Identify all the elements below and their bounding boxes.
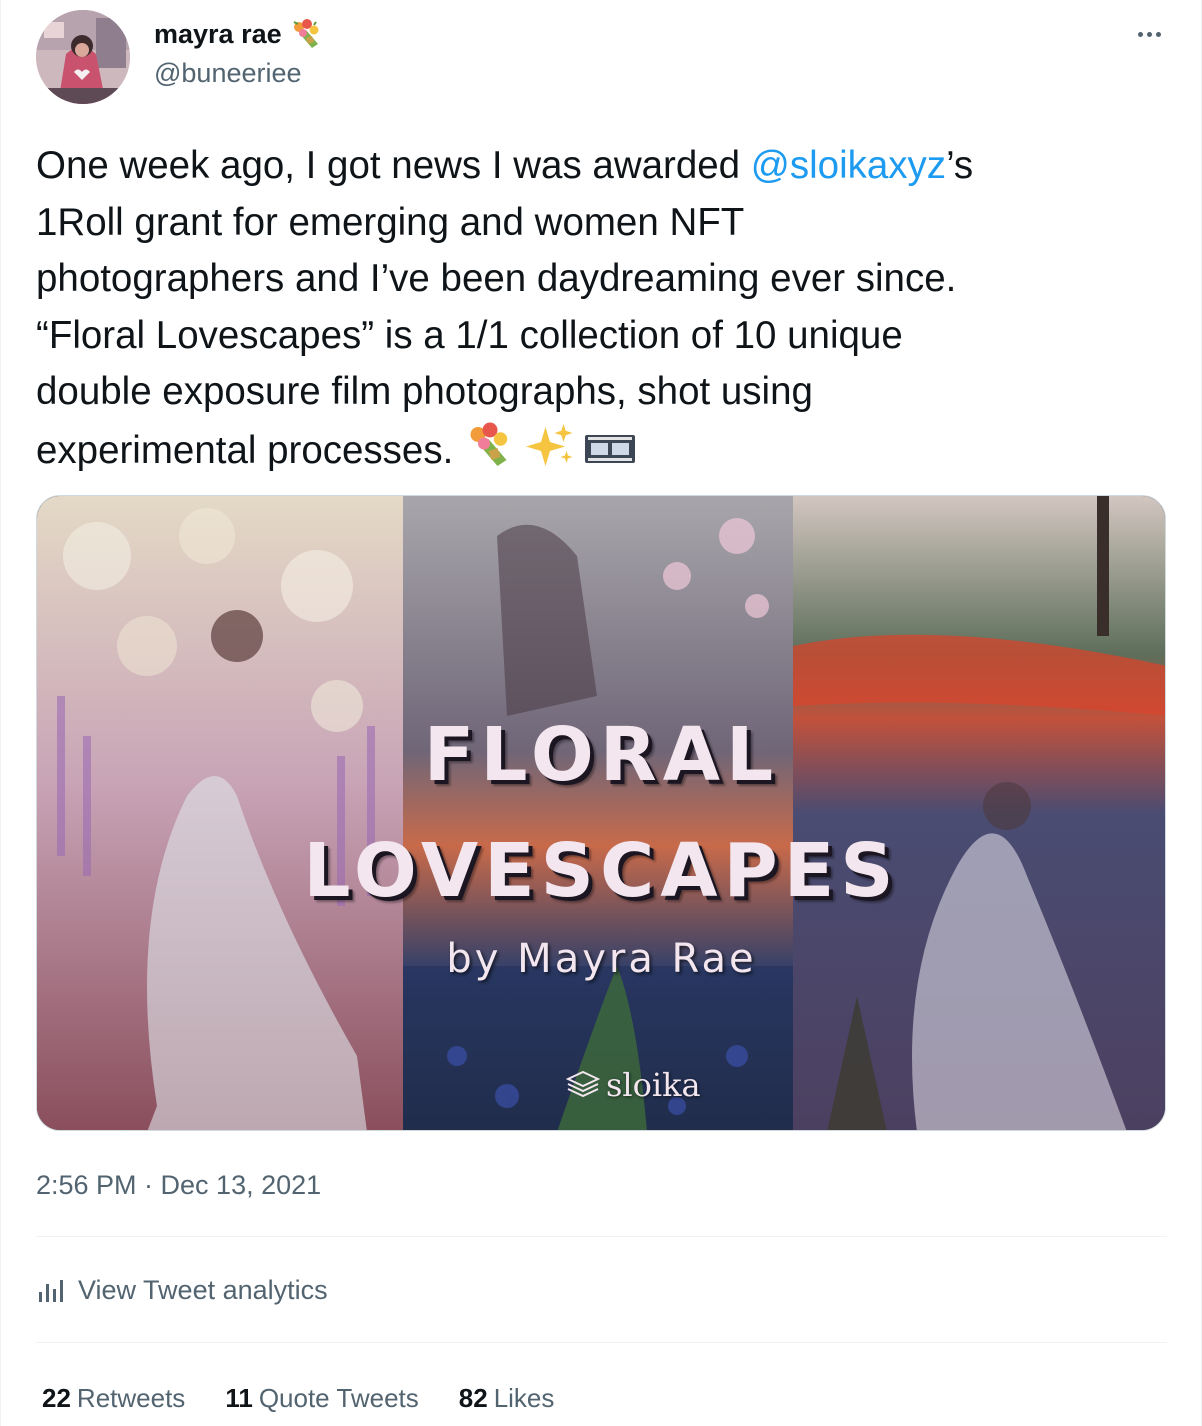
- sparkles-icon: [524, 421, 576, 486]
- analytics-icon: [39, 1279, 63, 1302]
- likes-stat[interactable]: 82 Likes: [459, 1383, 555, 1414]
- analytics-label: View Tweet analytics: [78, 1275, 328, 1305]
- tweet-line-text: experimental processes.: [36, 428, 454, 472]
- film-frames-icon: [584, 429, 636, 486]
- likes-label: Likes: [493, 1383, 555, 1413]
- tweet-line: One week ago, I got news I was awarded @…: [36, 138, 1156, 195]
- tweet-line: double exposure film photographs, shot u…: [36, 370, 813, 413]
- tweet-line-text: ’s: [946, 144, 974, 187]
- divider: [36, 1342, 1167, 1343]
- tweet-line: 1Roll grant for emerging and women NFT: [36, 200, 745, 244]
- media-brand: sloika: [566, 1066, 701, 1104]
- tweet: mayra rae @buneeriee One week ago, I got…: [36, 0, 1167, 1426]
- quote-tweets-stat[interactable]: 11 Quote Tweets: [225, 1383, 418, 1414]
- avatar-image: [36, 10, 130, 104]
- retweets-label: Retweets: [76, 1383, 186, 1413]
- divider: [36, 1236, 1167, 1237]
- author-handle[interactable]: @buneeriee: [154, 58, 302, 89]
- avatar[interactable]: [36, 10, 130, 104]
- tweet-media-image[interactable]: [36, 495, 1166, 1131]
- sloika-logo-icon: [566, 1070, 600, 1098]
- media-byline: by Mayra Rae: [446, 936, 757, 982]
- quote-tweets-label: Quote Tweets: [258, 1383, 419, 1413]
- bouquet-icon: [464, 421, 516, 486]
- author-name-row[interactable]: mayra rae: [154, 18, 324, 50]
- view-analytics-link[interactable]: View Tweet analytics: [36, 1275, 328, 1306]
- media-title-line-2: LOVESCAPES: [303, 828, 900, 914]
- media-brand-name: sloika: [606, 1066, 701, 1104]
- more-options-icon[interactable]: [1131, 22, 1167, 46]
- mention-link[interactable]: @sloikaxyz: [751, 144, 946, 187]
- display-name[interactable]: mayra rae: [154, 19, 282, 50]
- media-title-line-1: FLORAL: [423, 712, 780, 798]
- tweet-line: photographers and I’ve been daydreaming …: [36, 257, 957, 300]
- tweet-line: “Floral Lovescapes” is a 1/1 collection …: [36, 313, 903, 357]
- tweet-text: One week ago, I got news I was awarded @…: [36, 138, 1156, 485]
- collage-artwork: [37, 496, 1165, 1130]
- tweet-line: experimental processes.: [36, 421, 1156, 486]
- engagement-stats: 22 Retweets 11 Quote Tweets 82 Likes: [42, 1383, 554, 1414]
- left-border: [0, 0, 1, 1426]
- tweet-timestamp[interactable]: 2:56 PM · Dec 13, 2021: [36, 1170, 321, 1201]
- quote-tweets-count: 11: [225, 1383, 253, 1413]
- retweets-stat[interactable]: 22 Retweets: [42, 1383, 185, 1414]
- retweets-count: 22: [42, 1383, 71, 1413]
- likes-count: 82: [458, 1383, 488, 1413]
- tweet-line-text: One week ago, I got news I was awarded: [36, 144, 751, 187]
- bouquet-icon: [293, 19, 319, 48]
